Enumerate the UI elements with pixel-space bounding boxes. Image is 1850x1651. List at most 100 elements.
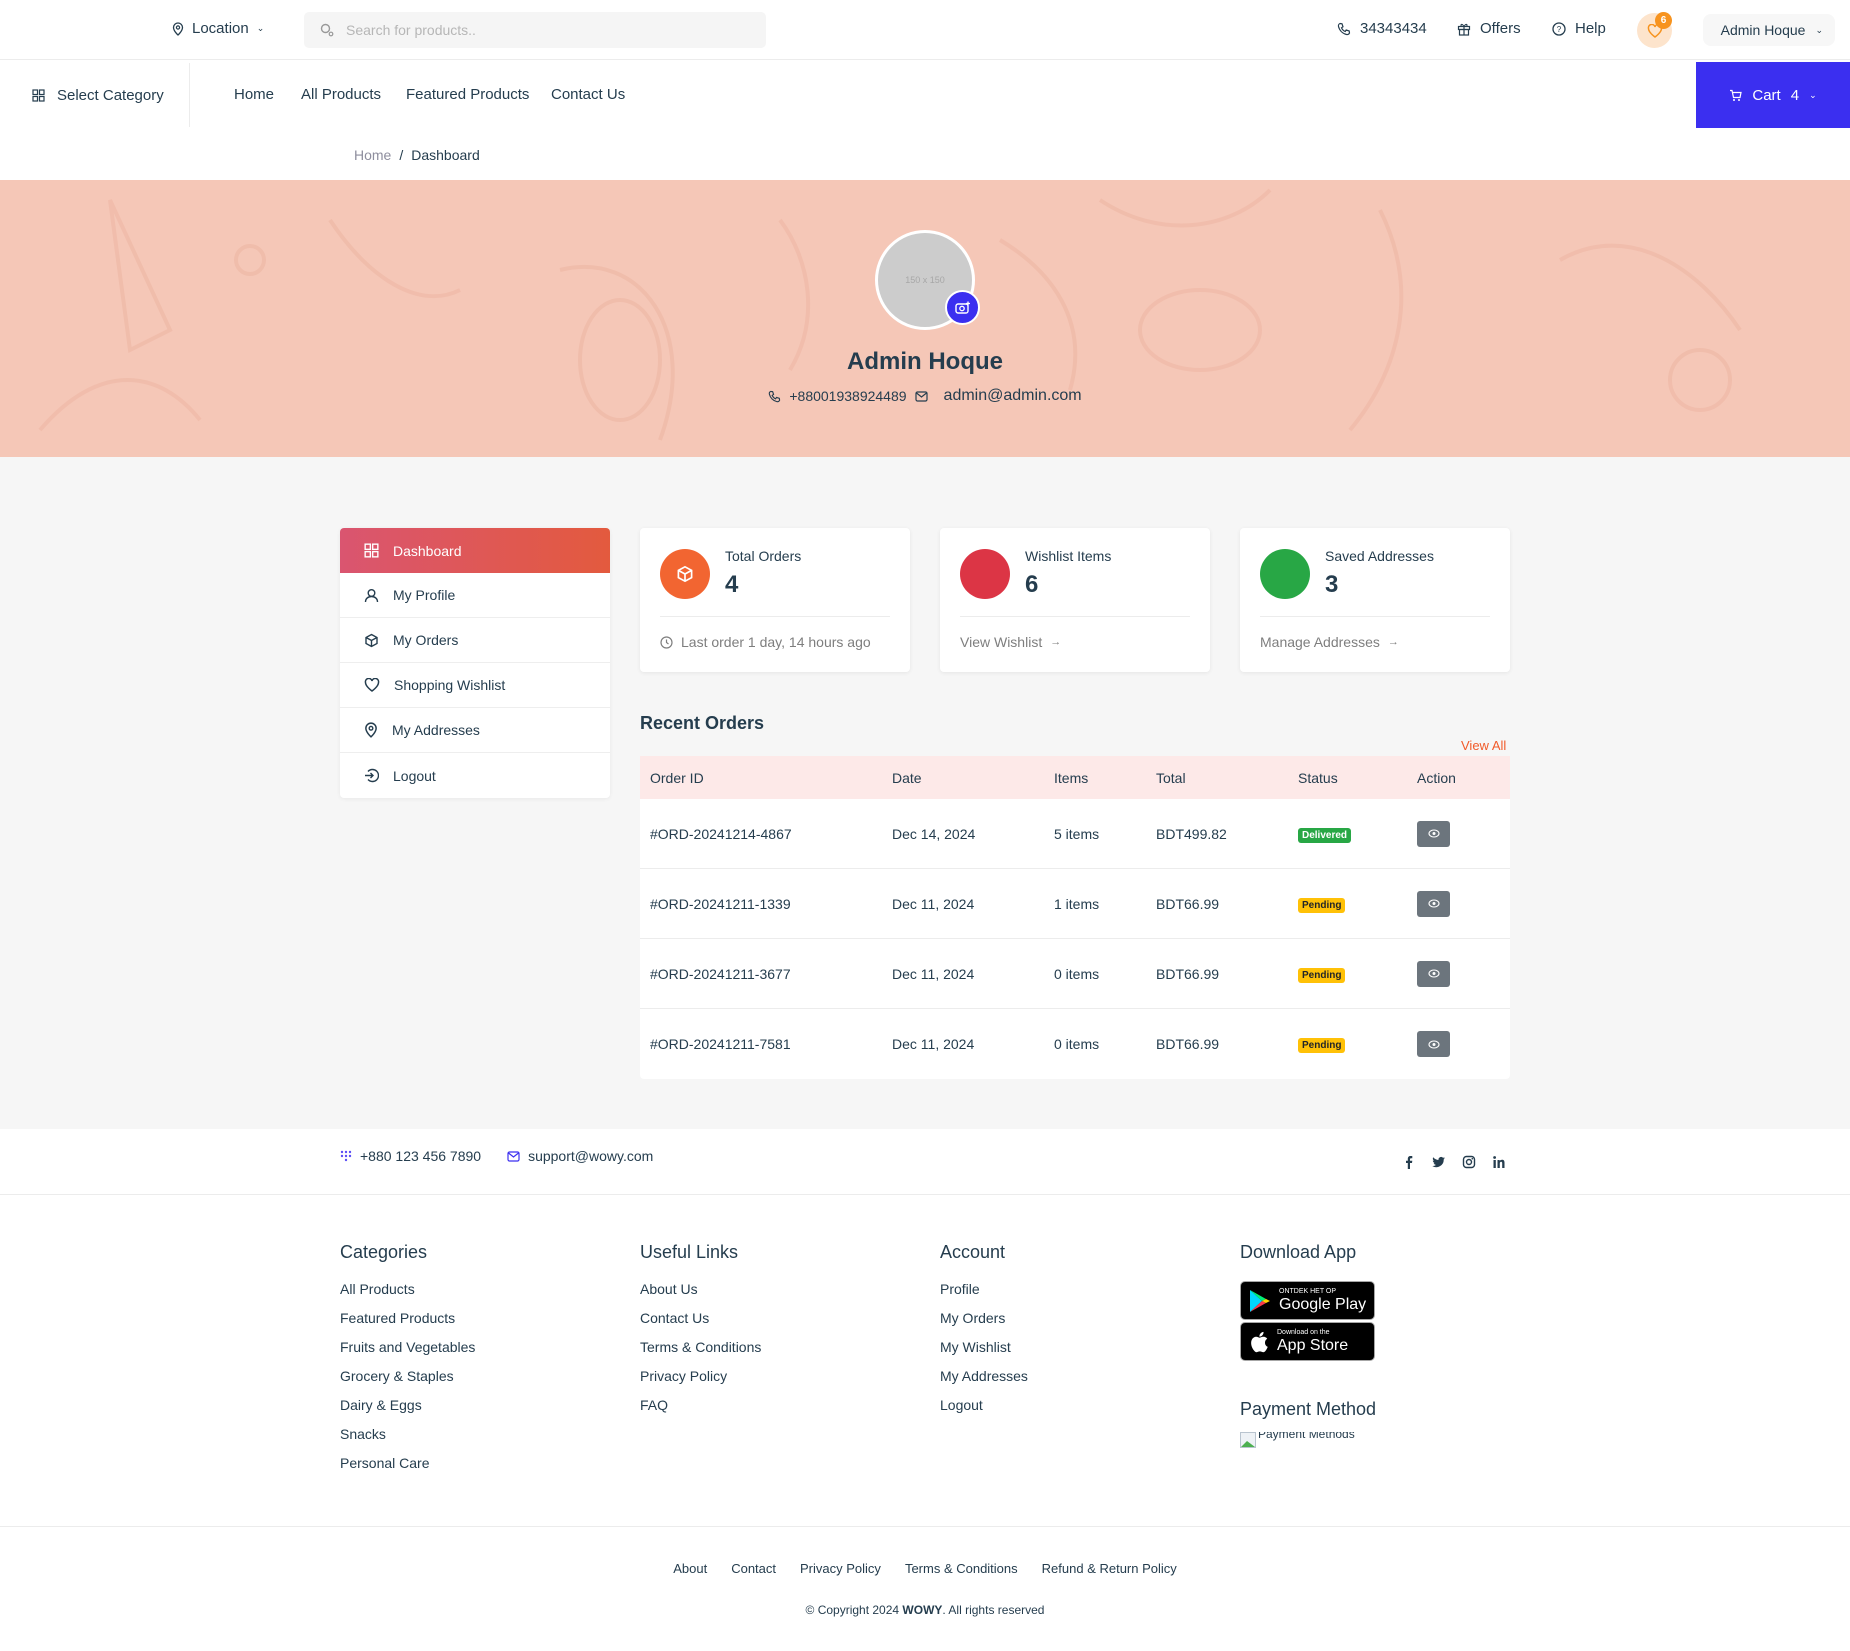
- nav-all-products[interactable]: All Products: [301, 86, 381, 103]
- order-total: BDT66.99: [1156, 895, 1220, 912]
- table-row: #ORD-20241211-7581 Dec 11, 2024 0 items …: [640, 1009, 1510, 1079]
- facebook-icon[interactable]: [1402, 1155, 1416, 1169]
- breadcrumb-separator: /: [399, 147, 404, 163]
- user-menu-button[interactable]: Admin Hoque ⌄: [1703, 14, 1835, 46]
- footer-link[interactable]: My Orders: [940, 1310, 1028, 1326]
- sidebar-item-shopping-wishlist[interactable]: Shopping Wishlist: [340, 663, 610, 708]
- phone-link[interactable]: 34343434: [1337, 20, 1427, 37]
- footer-bottom-links: About Contact Privacy Policy Terms & Con…: [0, 1561, 1850, 1576]
- order-id: #ORD-20241211-7581: [650, 1036, 791, 1052]
- order-items: 5 items: [1054, 825, 1100, 842]
- search-input[interactable]: [346, 22, 726, 38]
- sidebar-item-dashboard[interactable]: Dashboard: [340, 528, 610, 573]
- order-date: Dec 11, 2024: [892, 1036, 975, 1052]
- manage-addresses-link[interactable]: Manage Addresses →: [1260, 634, 1399, 650]
- order-date: Dec 11, 2024: [892, 965, 975, 982]
- column-header: Action: [1417, 769, 1456, 786]
- nav-featured-products[interactable]: Featured Products: [406, 86, 529, 103]
- sidebar-item-label: My Addresses: [392, 722, 480, 738]
- footer-link[interactable]: All Products: [340, 1281, 475, 1297]
- app-store-small-text: Download on the: [1277, 1328, 1330, 1336]
- profile-contact: +88001938924489 admin@admin.com: [0, 387, 1850, 405]
- status-badge: Delivered: [1298, 827, 1352, 843]
- footer-link[interactable]: Featured Products: [340, 1310, 475, 1326]
- linkedin-icon[interactable]: [1492, 1155, 1506, 1169]
- footer-link[interactable]: My Wishlist: [940, 1339, 1028, 1355]
- view-order-button[interactable]: [1417, 1031, 1450, 1057]
- select-category-label: Select Category: [57, 86, 164, 104]
- offers-link[interactable]: Offers: [1457, 20, 1521, 37]
- footer-bottom-link[interactable]: Privacy Policy: [800, 1561, 881, 1576]
- view-order-button[interactable]: [1417, 890, 1450, 917]
- footer-link[interactable]: About Us: [640, 1281, 761, 1297]
- chevron-down-icon: ⌄: [1809, 89, 1817, 100]
- order-total: BDT66.99: [1156, 965, 1220, 982]
- footer-link[interactable]: FAQ: [640, 1397, 761, 1413]
- stat-card-wishlist-items: Wishlist Items 6 View Wishlist →: [940, 528, 1210, 672]
- twitter-icon[interactable]: [1432, 1155, 1446, 1169]
- sidebar-item-my-orders[interactable]: My Orders: [340, 618, 610, 663]
- footer-phone[interactable]: +880 123 456 7890: [340, 1148, 481, 1164]
- logout-icon: [365, 768, 379, 783]
- footer-link[interactable]: Profile: [940, 1281, 1028, 1297]
- column-header: Status: [1298, 769, 1338, 786]
- sidebar-item-my-addresses[interactable]: My Addresses: [340, 708, 610, 753]
- sidebar-item-my-profile[interactable]: My Profile: [340, 573, 610, 618]
- footer-link[interactable]: Personal Care: [340, 1455, 475, 1471]
- wishlist-count-badge: 6: [1655, 12, 1672, 29]
- view-all-orders-link[interactable]: View All: [1461, 738, 1506, 753]
- footer-bottom-link[interactable]: Terms & Conditions: [905, 1561, 1018, 1576]
- change-photo-button[interactable]: [945, 290, 980, 325]
- footer-bottom-link[interactable]: About: [673, 1561, 707, 1576]
- footer-column-title: Categories: [340, 1242, 428, 1262]
- breadcrumb-home[interactable]: Home: [354, 147, 391, 163]
- location-selector[interactable]: Location ⌄: [172, 20, 264, 37]
- copyright-text: © Copyright 2024: [805, 1603, 903, 1617]
- footer-divider: [0, 1194, 1850, 1195]
- footer-link[interactable]: Fruits and Vegetables: [340, 1339, 475, 1355]
- cart-button[interactable]: Cart 4 ⌄: [1696, 62, 1850, 128]
- arrow-right-icon: →: [1050, 636, 1062, 648]
- footer-categories: Categories All Products Featured Product…: [340, 1242, 475, 1484]
- location-pin-icon: [365, 722, 377, 738]
- sidebar-item-logout[interactable]: Logout: [340, 753, 610, 798]
- view-order-button[interactable]: [1417, 960, 1450, 987]
- footer-link[interactable]: Snacks: [340, 1426, 475, 1442]
- table-row: #ORD-20241211-1339 Dec 11, 2024 1 items …: [640, 869, 1510, 939]
- addresses-icon-circle: [1260, 549, 1310, 599]
- phone-icon: [769, 390, 781, 402]
- top-bar: Location ⌄ 34343434 Offers ? Help 6 Admi…: [0, 0, 1850, 60]
- select-category-button[interactable]: Select Category: [32, 61, 164, 129]
- apple-icon: [1251, 1331, 1268, 1352]
- cart-icon: [1730, 89, 1743, 101]
- eye-icon: [1427, 969, 1440, 978]
- order-id: #ORD-20241211-1339: [650, 895, 791, 912]
- footer-link[interactable]: Contact Us: [640, 1310, 761, 1326]
- last-order-info: Last order 1 day, 14 hours ago: [660, 634, 871, 650]
- card-divider: [660, 616, 890, 617]
- profile-email: admin@admin.com: [943, 387, 1082, 404]
- app-store-badge[interactable]: Download on the App Store: [1240, 1322, 1375, 1361]
- nav-home[interactable]: Home: [234, 86, 274, 103]
- footer-link[interactable]: My Addresses: [940, 1368, 1028, 1384]
- help-link[interactable]: ? Help: [1552, 20, 1606, 37]
- footer-bottom-link[interactable]: Contact: [731, 1561, 776, 1576]
- footer-link[interactable]: Privacy Policy: [640, 1368, 761, 1384]
- view-wishlist-link[interactable]: View Wishlist →: [960, 634, 1061, 650]
- column-header: Date: [892, 769, 922, 786]
- footer-link[interactable]: Terms & Conditions: [640, 1339, 761, 1355]
- breadcrumb-current: Dashboard: [411, 147, 480, 163]
- google-play-text: Google Play: [1279, 1295, 1367, 1313]
- footer-link[interactable]: Logout: [940, 1397, 1028, 1413]
- footer-email[interactable]: support@wowy.com: [507, 1148, 653, 1164]
- view-order-button[interactable]: [1417, 820, 1450, 847]
- footer-link[interactable]: Dairy & Eggs: [340, 1397, 475, 1413]
- instagram-icon[interactable]: [1462, 1155, 1476, 1169]
- google-play-badge[interactable]: ONTDEK HET OP Google Play: [1240, 1281, 1375, 1320]
- footer-email-text: support@wowy.com: [528, 1148, 654, 1164]
- google-play-small-text: ONTDEK HET OP: [1279, 1287, 1337, 1295]
- footer-link[interactable]: Grocery & Staples: [340, 1368, 475, 1384]
- account-sidebar: Dashboard My Profile My Orders Shopping …: [340, 528, 610, 798]
- footer-bottom-link[interactable]: Refund & Return Policy: [1042, 1561, 1177, 1576]
- nav-contact-us[interactable]: Contact Us: [551, 86, 625, 103]
